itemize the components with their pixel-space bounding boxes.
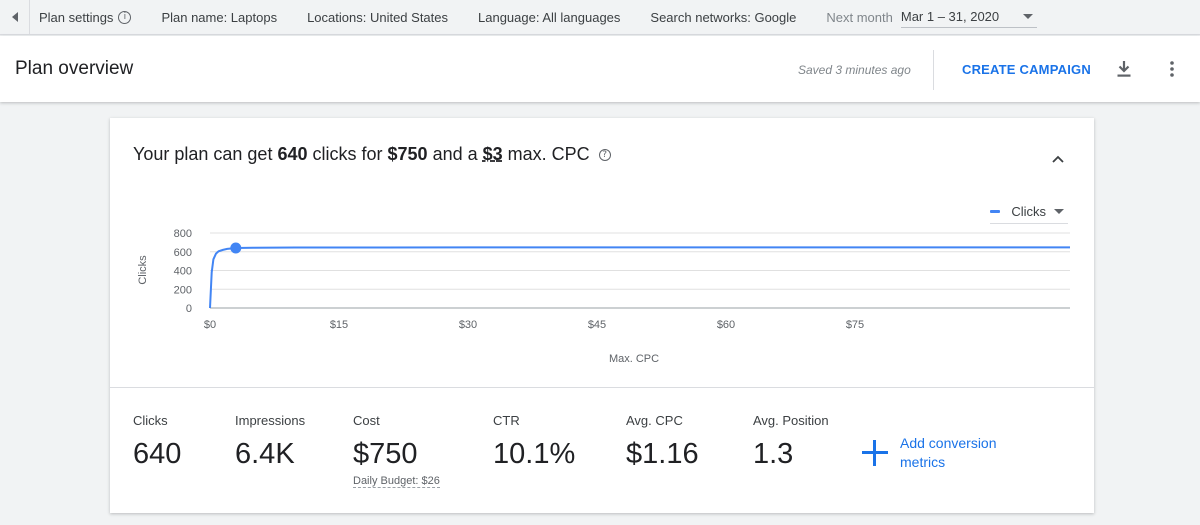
metric-label: CTR <box>493 413 520 428</box>
y-tick-label: 0 <box>186 303 192 315</box>
headline-max-cpc[interactable]: $3 <box>483 144 503 164</box>
headline-text: Your plan can get <box>133 144 278 164</box>
metric-label: Avg. CPC <box>626 413 683 428</box>
metric-value: $1.16 <box>626 438 699 470</box>
metric-cost: Cost $750 Daily Budget: $26 <box>353 413 440 489</box>
metric-label: Clicks <box>133 413 168 428</box>
headline-clicks: 640 <box>277 144 308 164</box>
selected-point[interactable] <box>230 242 242 254</box>
metric-label: Cost <box>353 413 380 428</box>
x-axis-label: Max. CPC <box>609 353 659 365</box>
headline-text: and a <box>427 144 483 164</box>
plan-settings[interactable]: Plan settings i <box>39 9 132 25</box>
card-divider <box>110 387 1094 388</box>
chevron-up-icon[interactable] <box>1051 154 1065 164</box>
metric-value: 1.3 <box>753 438 794 470</box>
x-tick-label: $0 <box>204 319 216 331</box>
forecast-headline: Your plan can get 640 clicks for $750 an… <box>133 144 611 165</box>
y-tick-label: 200 <box>174 284 192 296</box>
headline-cost: $750 <box>387 144 428 164</box>
y-tick-label: 800 <box>174 228 192 240</box>
date-range-value: Mar 1 – 31, 2020 <box>900 9 1000 24</box>
metric-ctr: CTR 10.1% <box>493 413 575 471</box>
metric-avg-cpc: Avg. CPC $1.16 <box>626 413 699 471</box>
headline-text: max. CPC <box>502 144 590 164</box>
metric-value: $750 <box>353 438 418 470</box>
locations-setting[interactable]: Locations: United States <box>307 10 448 25</box>
series-line-clicks <box>209 246 1070 309</box>
add-conversion-metrics-button[interactable]: Add conversion metrics <box>860 434 1020 472</box>
metric-value: 6.4K <box>235 438 295 470</box>
chevron-left-icon <box>11 12 18 22</box>
add-conversion-label: Add conversion metrics <box>900 435 997 470</box>
download-icon[interactable] <box>1116 60 1132 78</box>
back-button[interactable] <box>0 0 30 35</box>
plan-forecast-card: Your plan can get 640 clicks for $750 an… <box>110 118 1094 513</box>
create-campaign-button[interactable]: CREATE CAMPAIGN <box>962 62 1091 77</box>
daily-budget[interactable]: Daily Budget: $26 <box>353 475 440 488</box>
y-axis-label: Clicks <box>137 255 149 285</box>
metric-label: Avg. Position <box>753 413 829 428</box>
page-title: Plan overview <box>15 58 134 79</box>
headline-text: clicks for <box>307 144 388 164</box>
metric-value: 640 <box>133 438 182 470</box>
save-status: Saved 3 minutes ago <box>798 63 911 77</box>
y-tick-label: 400 <box>174 266 192 278</box>
page-header: Plan overview Saved 3 minutes ago CREATE… <box>0 36 1200 102</box>
header-divider <box>933 50 934 90</box>
plan-name-setting[interactable]: Plan name: Laptops <box>161 10 277 25</box>
date-range-label: Next month <box>826 9 893 25</box>
info-icon[interactable]: i <box>118 10 132 24</box>
more-vert-icon[interactable] <box>1165 59 1179 79</box>
x-tick-label: $30 <box>459 319 477 331</box>
y-tick-label: 600 <box>174 247 192 259</box>
metric-label: Impressions <box>235 413 306 428</box>
x-tick-label: $15 <box>330 319 348 331</box>
metric-impressions: Impressions 6.4K <box>235 413 305 471</box>
x-tick-label: $75 <box>846 319 864 331</box>
date-range-select[interactable]: Mar 1 – 31, 2020 <box>900 6 1037 28</box>
metric-clicks: Clicks 640 <box>133 413 181 471</box>
language-setting[interactable]: Language: All languages <box>478 10 620 25</box>
help-icon[interactable]: ? <box>598 149 611 162</box>
networks-setting[interactable]: Search networks: Google <box>650 10 796 25</box>
metric-avg-position: Avg. Position 1.3 <box>753 413 829 471</box>
x-tick-label: $60 <box>717 319 735 331</box>
plan-settings-label: Plan settings <box>39 9 114 25</box>
clicks-chart: 0 200 400 600 800 $0 $15 $30 $45 $60 $75 Clicks M… <box>137 228 1070 365</box>
plan-settings-bar: Plan settings i Plan name: Laptops Locat… <box>0 0 1200 35</box>
dropdown-arrow-icon <box>1022 14 1033 19</box>
metric-value: 10.1% <box>493 438 576 470</box>
x-tick-label: $45 <box>588 319 606 331</box>
plus-icon <box>860 438 890 468</box>
